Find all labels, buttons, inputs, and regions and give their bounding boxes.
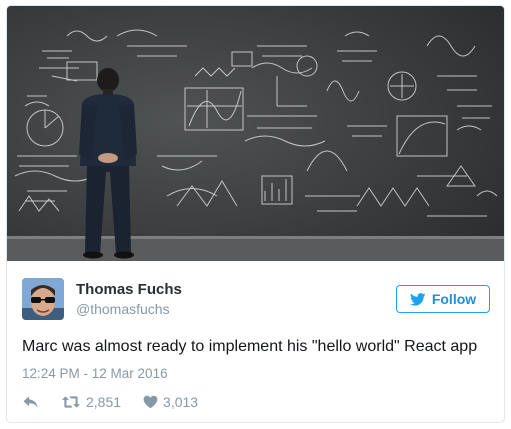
avatar-image: [22, 278, 64, 320]
reply-icon: [23, 396, 38, 408]
chalkboard-image: [7, 6, 504, 261]
retweet-icon: [61, 396, 81, 408]
tweet-card: Thomas Fuchs @thomasfuchs Follow Marc wa…: [6, 5, 505, 423]
like-button[interactable]: 3,013: [143, 394, 198, 410]
tweet-photo[interactable]: [7, 6, 504, 261]
avatar[interactable]: [22, 278, 64, 320]
author-handle[interactable]: @thomasfuchs: [76, 301, 170, 317]
reply-button[interactable]: [22, 395, 39, 409]
twitter-bird-icon: [409, 292, 426, 306]
retweet-count: 2,851: [86, 394, 122, 410]
tweet-actions: 2,851 3,013: [22, 391, 220, 413]
follow-button-label: Follow: [431, 291, 477, 307]
retweet-button[interactable]: 2,851: [61, 394, 121, 410]
tweet-text: Marc was almost ready to implement his "…: [22, 338, 478, 355]
author-name[interactable]: Thomas Fuchs: [76, 281, 182, 298]
tweet-timestamp[interactable]: 12:24 PM - 12 Mar 2016: [22, 366, 168, 381]
follow-button[interactable]: Follow: [396, 285, 490, 313]
tweet-author-row: Thomas Fuchs @thomasfuchs Follow: [22, 278, 491, 322]
like-count: 3,013: [163, 394, 199, 410]
heart-icon: [143, 395, 158, 409]
